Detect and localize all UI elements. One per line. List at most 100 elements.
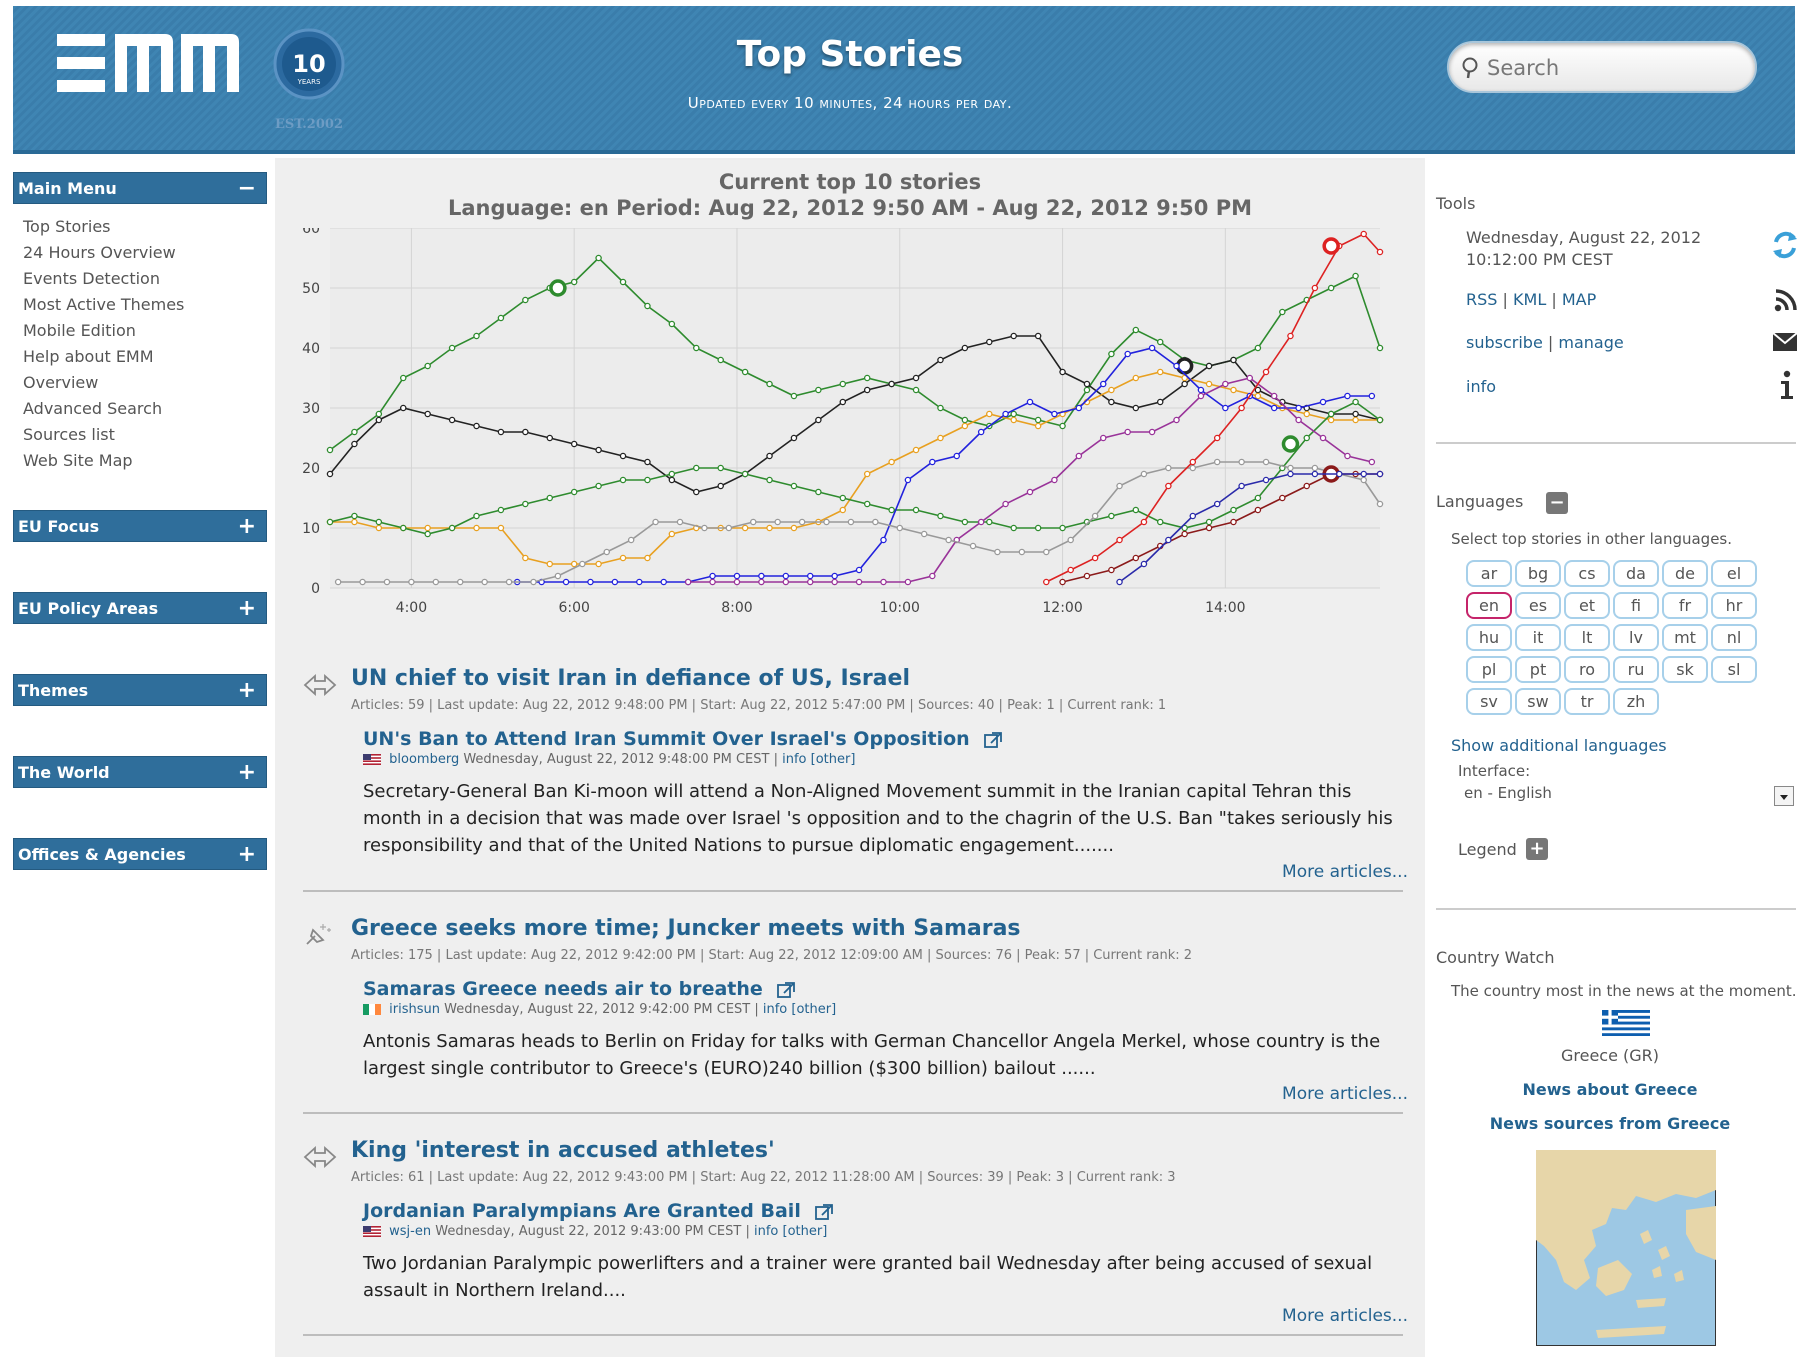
menu-item-events-detection[interactable]: Events Detection xyxy=(23,266,184,292)
menu-item-web-site-map[interactable]: Web Site Map xyxy=(23,448,184,474)
search-box[interactable] xyxy=(1447,41,1757,93)
x-tick-label: 10:00 xyxy=(880,600,920,616)
refresh-icon[interactable] xyxy=(1772,230,1798,260)
article-source[interactable]: wsj-en xyxy=(389,1224,431,1239)
article-title-text[interactable]: Jordanian Paralympians Are Granted Bail xyxy=(363,1200,801,1222)
language-button-en[interactable]: en xyxy=(1466,592,1512,619)
themes-header[interactable]: Themes + xyxy=(13,674,267,706)
menu-item-24-hours-overview[interactable]: 24 Hours Overview xyxy=(23,240,184,266)
main-menu-header[interactable]: Main Menu − xyxy=(13,172,267,204)
country-map[interactable] xyxy=(1536,1150,1716,1346)
expand-icon[interactable]: + xyxy=(238,842,256,867)
collapse-languages-button[interactable]: − xyxy=(1546,492,1568,514)
email-icon[interactable] xyxy=(1772,332,1798,352)
expand-icon[interactable]: + xyxy=(238,596,256,621)
interface-dropdown-button[interactable] xyxy=(1774,786,1794,806)
language-button-sv[interactable]: sv xyxy=(1466,688,1512,715)
language-button-sl[interactable]: sl xyxy=(1711,656,1757,683)
expand-legend-button[interactable]: + xyxy=(1526,838,1548,860)
language-button-ar[interactable]: ar xyxy=(1466,560,1512,587)
language-button-fi[interactable]: fi xyxy=(1613,592,1659,619)
language-button-sk[interactable]: sk xyxy=(1662,656,1708,683)
expand-icon[interactable]: + xyxy=(238,678,256,703)
subscribe-link[interactable]: subscribe xyxy=(1466,333,1543,352)
language-button-cs[interactable]: cs xyxy=(1564,560,1610,587)
series-point xyxy=(1108,566,1115,574)
menu-item-advanced-search[interactable]: Advanced Search xyxy=(23,396,184,422)
show-additional-languages-link[interactable]: Show additional languages xyxy=(1451,736,1667,755)
language-button-ro[interactable]: ro xyxy=(1564,656,1610,683)
language-button-es[interactable]: es xyxy=(1515,592,1561,619)
new-story-icon xyxy=(306,924,331,945)
menu-item-top-stories[interactable]: Top Stories xyxy=(23,214,184,240)
language-button-hu[interactable]: hu xyxy=(1466,624,1512,651)
interface-select[interactable]: en - English xyxy=(1464,784,1552,802)
language-button-tr[interactable]: tr xyxy=(1564,688,1610,715)
article-title[interactable]: Samaras Greece needs air to breathe xyxy=(363,978,796,1000)
other-link[interactable]: [other] xyxy=(811,752,856,767)
news-sources-country-link[interactable]: News sources from Greece xyxy=(1430,1114,1790,1133)
offices-agencies-header[interactable]: Offices & Agencies + xyxy=(13,838,267,870)
article-source[interactable]: bloomberg xyxy=(389,752,459,767)
search-input[interactable] xyxy=(1485,53,1745,83)
other-link[interactable]: [other] xyxy=(783,1224,828,1239)
story-title[interactable]: King 'interest in accused athletes' xyxy=(351,1138,775,1163)
language-button-el[interactable]: el xyxy=(1711,560,1757,587)
info-link[interactable]: info xyxy=(1466,377,1496,396)
map-link[interactable]: MAP xyxy=(1562,290,1596,309)
series-point xyxy=(1376,248,1384,256)
language-button-fr[interactable]: fr xyxy=(1662,592,1708,619)
series-point xyxy=(546,560,554,568)
info-icon[interactable] xyxy=(1778,370,1796,400)
external-link-icon[interactable] xyxy=(815,1203,834,1220)
info-link[interactable]: info xyxy=(754,1224,778,1239)
external-link-icon[interactable] xyxy=(777,981,796,998)
rss-link[interactable]: RSS xyxy=(1466,290,1497,309)
expand-icon[interactable]: + xyxy=(238,760,256,785)
language-button-et[interactable]: et xyxy=(1564,592,1610,619)
language-button-ru[interactable]: ru xyxy=(1613,656,1659,683)
external-link-icon[interactable] xyxy=(984,731,1003,748)
more-articles-link[interactable]: More articles... xyxy=(1282,1084,1408,1104)
menu-item-help-about-emm[interactable]: Help about EMM xyxy=(23,344,184,370)
eu-policy-areas-header[interactable]: EU Policy Areas + xyxy=(13,592,267,624)
language-button-pl[interactable]: pl xyxy=(1466,656,1512,683)
menu-item-most-active-themes[interactable]: Most Active Themes xyxy=(23,292,184,318)
other-link[interactable]: [other] xyxy=(791,1002,836,1017)
kml-link[interactable]: KML xyxy=(1513,290,1546,309)
article-title-text[interactable]: Samaras Greece needs air to breathe xyxy=(363,978,763,1000)
language-button-lv[interactable]: lv xyxy=(1613,624,1659,651)
rss-icon[interactable] xyxy=(1774,288,1798,312)
language-button-sw[interactable]: sw xyxy=(1515,688,1561,715)
language-button-de[interactable]: de xyxy=(1662,560,1708,587)
language-button-lt[interactable]: lt xyxy=(1564,624,1610,651)
info-link[interactable]: info xyxy=(763,1002,787,1017)
article-title[interactable]: UN's Ban to Attend Iran Summit Over Isra… xyxy=(363,728,1003,750)
language-button-zh[interactable]: zh xyxy=(1613,688,1659,715)
story-title[interactable]: UN chief to visit Iran in defiance of US… xyxy=(351,666,910,691)
series-point xyxy=(937,356,944,364)
news-about-country-link[interactable]: News about Greece xyxy=(1430,1080,1790,1099)
expand-icon[interactable]: + xyxy=(238,514,256,539)
article-title[interactable]: Jordanian Paralympians Are Granted Bail xyxy=(363,1200,834,1222)
language-button-mt[interactable]: mt xyxy=(1662,624,1708,651)
language-button-hr[interactable]: hr xyxy=(1711,592,1757,619)
menu-item-overview[interactable]: Overview xyxy=(23,370,184,396)
article-title-text[interactable]: UN's Ban to Attend Iran Summit Over Isra… xyxy=(363,728,970,750)
info-link[interactable]: info xyxy=(782,752,806,767)
more-articles-link[interactable]: More articles... xyxy=(1282,1306,1408,1326)
the-world-header[interactable]: The World + xyxy=(13,756,267,788)
collapse-icon[interactable]: − xyxy=(238,176,256,201)
language-button-it[interactable]: it xyxy=(1515,624,1561,651)
menu-item-mobile-edition[interactable]: Mobile Edition xyxy=(23,318,184,344)
manage-link[interactable]: manage xyxy=(1558,333,1623,352)
menu-item-sources-list[interactable]: Sources list xyxy=(23,422,184,448)
article-source[interactable]: irishsun xyxy=(389,1002,440,1017)
more-articles-link[interactable]: More articles... xyxy=(1282,862,1408,882)
language-button-bg[interactable]: bg xyxy=(1515,560,1561,587)
language-button-pt[interactable]: pt xyxy=(1515,656,1561,683)
language-button-nl[interactable]: nl xyxy=(1711,624,1757,651)
language-button-da[interactable]: da xyxy=(1613,560,1659,587)
story-title[interactable]: Greece seeks more time; Juncker meets wi… xyxy=(351,916,1021,941)
eu-focus-header[interactable]: EU Focus + xyxy=(13,510,267,542)
